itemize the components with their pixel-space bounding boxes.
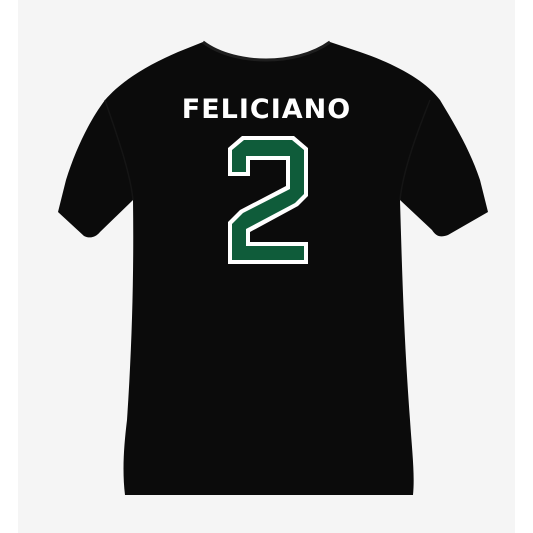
jersey-number: 2 [228,136,308,264]
product-image: FELICIANO 2 [0,0,533,533]
player-name: FELICIANO [181,94,352,125]
tshirt-back [58,40,488,495]
